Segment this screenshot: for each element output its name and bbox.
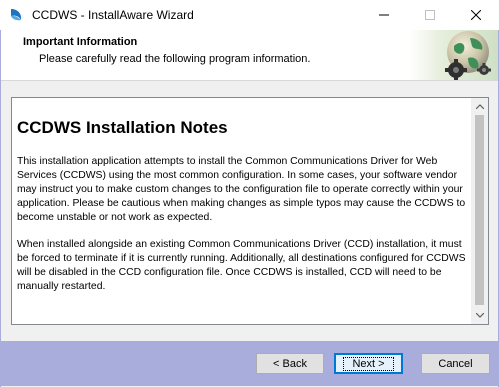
wizard-footer: < Back Next > Cancel (1, 341, 498, 386)
window-controls (361, 0, 499, 30)
next-button-label: Next > (343, 356, 394, 371)
wizard-body: CCDWS Installation Notes This installati… (1, 81, 498, 341)
notes-paragraph: When installed alongside an existing Com… (17, 239, 466, 292)
window-title: CCDWS - InstallAware Wizard (32, 8, 194, 22)
next-button[interactable]: Next > (334, 353, 403, 374)
installer-window: CCDWS - InstallAware Wizard Important In… (0, 0, 499, 387)
cancel-button[interactable]: Cancel (421, 353, 490, 374)
scrollbar-thumb[interactable] (475, 115, 484, 305)
vertical-scrollbar[interactable] (471, 98, 488, 324)
globe-gears-banner-icon (410, 30, 498, 80)
close-icon[interactable] (453, 0, 499, 30)
installaware-app-icon (11, 9, 22, 21)
notes-content: CCDWS Installation Notes This installati… (14, 100, 472, 322)
wizard-header: Important Information Please carefully r… (1, 30, 498, 81)
header-title: Important Information (23, 36, 138, 48)
scroll-up-icon[interactable] (471, 98, 488, 115)
title-bar: CCDWS - InstallAware Wizard (0, 0, 499, 30)
maximize-icon[interactable] (407, 0, 453, 30)
header-subtitle: Please carefully read the following prog… (39, 53, 311, 65)
notes-heading: CCDWS Installation Notes (17, 118, 228, 137)
program-information-panel[interactable]: CCDWS Installation Notes This installati… (11, 97, 489, 325)
back-button[interactable]: < Back (256, 353, 324, 374)
scroll-down-icon[interactable] (471, 307, 488, 324)
notes-paragraph: This installation application attempts t… (17, 156, 466, 223)
minimize-icon[interactable] (361, 0, 407, 30)
